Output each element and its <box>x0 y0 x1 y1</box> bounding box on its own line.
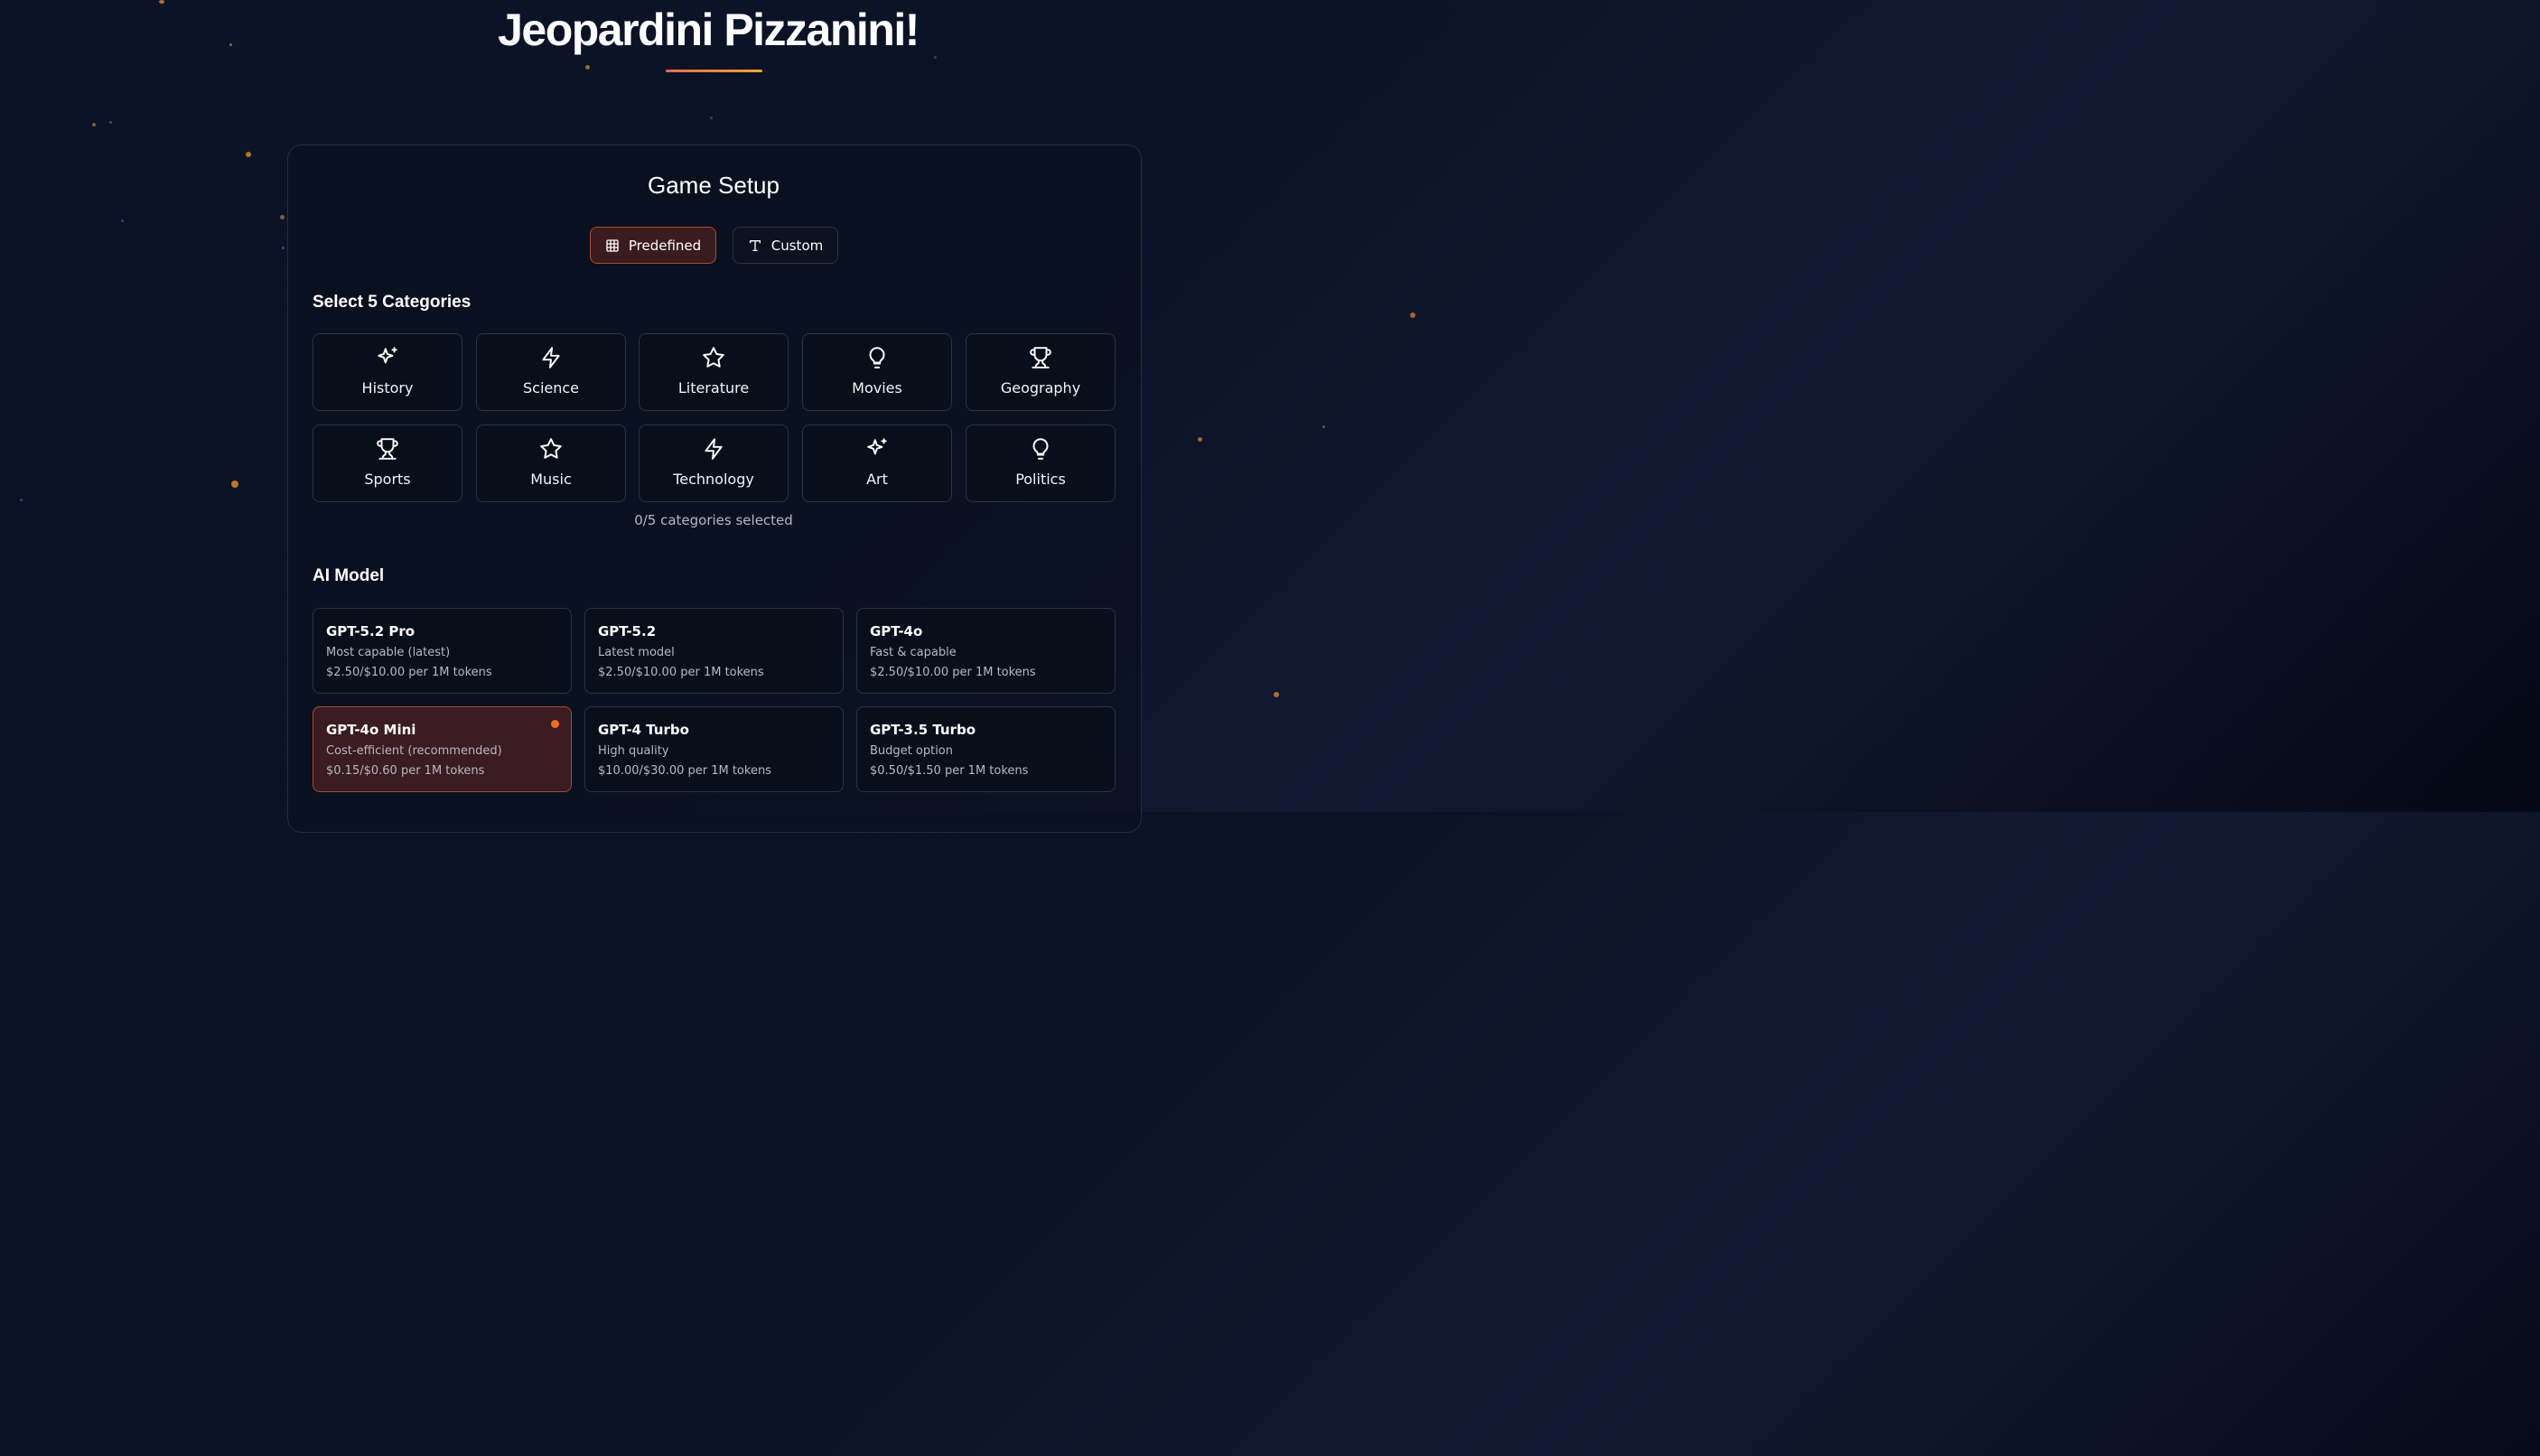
bg-particle <box>585 65 590 70</box>
category-label: Sports <box>364 471 411 488</box>
model-option-gpt-4-turbo[interactable]: GPT-4 Turbo High quality $10.00/$30.00 p… <box>584 706 844 792</box>
bg-particle <box>20 499 23 501</box>
model-description: Budget option <box>870 744 953 758</box>
model-description: Fast & capable <box>870 646 957 659</box>
bg-particle <box>109 121 112 124</box>
category-science[interactable]: Science <box>476 333 626 411</box>
model-name: GPT-4o Mini <box>326 722 416 738</box>
zap-icon <box>640 437 788 461</box>
model-option-gpt-4o-mini[interactable]: GPT-4o Mini Cost-efficient (recommended)… <box>313 706 572 792</box>
model-price: $2.50/$10.00 per 1M tokens <box>870 666 1036 679</box>
model-description: High quality <box>598 744 669 758</box>
model-description: Cost-efficient (recommended) <box>326 744 502 758</box>
category-history[interactable]: History <box>313 333 462 411</box>
bg-particle <box>710 117 713 119</box>
sparkles-icon <box>803 437 951 461</box>
bg-particle <box>1274 692 1279 697</box>
category-label: Geography <box>1000 379 1081 397</box>
category-label: Literature <box>677 379 750 397</box>
category-label: Science <box>522 379 580 397</box>
category-label: History <box>361 379 414 397</box>
bg-particle <box>92 123 96 126</box>
lightbulb-icon <box>967 437 1115 461</box>
category-label: Movies <box>852 379 902 397</box>
bg-particle <box>246 152 251 157</box>
bg-particle <box>1198 437 1202 442</box>
category-label: Art <box>866 471 888 488</box>
trophy-icon <box>967 346 1115 369</box>
grid-icon <box>605 238 620 253</box>
category-politics[interactable]: Politics <box>966 425 1116 502</box>
model-option-gpt-3-5-turbo[interactable]: GPT-3.5 Turbo Budget option $0.50/$1.50 … <box>856 706 1116 792</box>
model-option-gpt-5-2-pro[interactable]: GPT-5.2 Pro Most capable (latest) $2.50/… <box>313 608 572 694</box>
category-label: Technology <box>673 471 754 488</box>
category-literature[interactable]: Literature <box>639 333 789 411</box>
tab-custom[interactable]: Custom <box>733 227 838 264</box>
title-underline <box>666 70 762 72</box>
sparkles-icon <box>313 346 462 369</box>
categories-heading: Select 5 Categories <box>313 293 472 312</box>
bg-particle <box>934 56 937 59</box>
model-name: GPT-4o <box>870 623 923 639</box>
category-sports[interactable]: Sports <box>313 425 462 502</box>
star-icon <box>477 437 625 461</box>
bg-particle <box>1322 425 1325 428</box>
tab-label: Predefined <box>628 237 702 254</box>
zap-icon <box>477 346 625 369</box>
model-name: GPT-5.2 <box>598 623 657 639</box>
selected-indicator-dot <box>551 720 559 728</box>
star-icon <box>640 346 788 369</box>
app-title: Jeopardini Pizzanini! <box>498 5 920 55</box>
bg-particle <box>1410 313 1415 318</box>
model-price: $0.15/$0.60 per 1M tokens <box>326 764 485 778</box>
model-price: $10.00/$30.00 per 1M tokens <box>598 764 771 778</box>
category-geography[interactable]: Geography <box>966 333 1116 411</box>
model-option-gpt-5-2[interactable]: GPT-5.2 Latest model $2.50/$10.00 per 1M… <box>584 608 844 694</box>
tab-predefined[interactable]: Predefined <box>590 227 716 264</box>
bg-particle <box>280 215 285 219</box>
model-name: GPT-5.2 Pro <box>326 623 416 639</box>
model-price: $2.50/$10.00 per 1M tokens <box>326 666 492 679</box>
category-label: Politics <box>1015 471 1066 488</box>
category-technology[interactable]: Technology <box>639 425 789 502</box>
bg-particle <box>282 247 285 249</box>
bg-particle <box>231 481 238 488</box>
trophy-icon <box>313 437 462 461</box>
setup-title: Game Setup <box>648 172 780 199</box>
model-description: Latest model <box>598 646 675 659</box>
model-description: Most capable (latest) <box>326 646 451 659</box>
model-price: $2.50/$10.00 per 1M tokens <box>598 666 764 679</box>
text-icon <box>748 238 762 253</box>
category-art[interactable]: Art <box>802 425 952 502</box>
bg-particle <box>121 219 124 222</box>
lightbulb-icon <box>803 346 951 369</box>
category-movies[interactable]: Movies <box>802 333 952 411</box>
model-option-gpt-4o[interactable]: GPT-4o Fast & capable $2.50/$10.00 per 1… <box>856 608 1116 694</box>
model-name: GPT-3.5 Turbo <box>870 722 976 738</box>
ai-model-heading: AI Model <box>313 566 385 585</box>
tab-label: Custom <box>770 237 824 254</box>
model-price: $0.50/$1.50 per 1M tokens <box>870 764 1029 778</box>
category-label: Music <box>530 471 572 488</box>
categories-selected-count: 0/5 categories selected <box>634 512 793 528</box>
category-music[interactable]: Music <box>476 425 626 502</box>
model-name: GPT-4 Turbo <box>598 722 689 738</box>
